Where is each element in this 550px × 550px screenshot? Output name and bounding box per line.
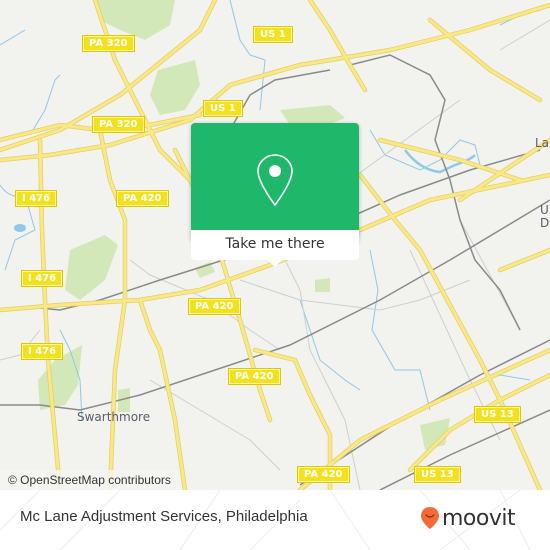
place-label-swarthmore: Swarthmore: [77, 410, 151, 424]
location-popup: Take me there: [191, 123, 359, 267]
map[interactable]: PA 320 PA 320 US 1 US 1 I 476 I 476 I 47…: [0, 0, 550, 490]
take-me-there-button[interactable]: Take me there: [191, 230, 359, 260]
place-label-u: U: [540, 203, 549, 217]
place-title: Mc Lane Adjustment Services, Philadelphi…: [20, 508, 308, 525]
route-shield-us-13: US 13: [414, 466, 461, 483]
park-area: [315, 278, 330, 292]
place-label-la: La: [535, 136, 550, 150]
route-shield-pa-420: PA 420: [116, 190, 169, 207]
park-area: [65, 235, 118, 300]
route-shield-i-476: I 476: [20, 270, 64, 287]
moovit-logo[interactable]: moovit: [420, 505, 516, 531]
route-shield-i-476: I 476: [14, 190, 58, 207]
moovit-wordmark: moovit: [442, 505, 516, 531]
route-shield-pa-420: PA 420: [228, 368, 281, 385]
route-shield-pa-420: PA 420: [297, 466, 350, 483]
route-shield-us-13: US 13: [474, 406, 521, 423]
moovit-pin-icon: [421, 507, 439, 529]
route-shield-us-1: US 1: [203, 100, 243, 117]
route-shield-pa-320: PA 320: [92, 116, 145, 133]
map-pin-icon: [257, 154, 293, 207]
map-attribution[interactable]: © OpenStreetMap contributors: [0, 470, 179, 490]
route-shield-pa-320: PA 320: [82, 35, 135, 52]
park-area: [150, 60, 200, 115]
place-label-d: D: [540, 216, 550, 230]
route-shield-i-476: I 476: [20, 343, 64, 360]
lake: [14, 224, 26, 232]
route-shield-pa-420: PA 420: [188, 298, 241, 315]
popup-pointer: [268, 260, 282, 267]
popup-header: [191, 123, 359, 230]
route-shield-us-1: US 1: [253, 26, 293, 43]
